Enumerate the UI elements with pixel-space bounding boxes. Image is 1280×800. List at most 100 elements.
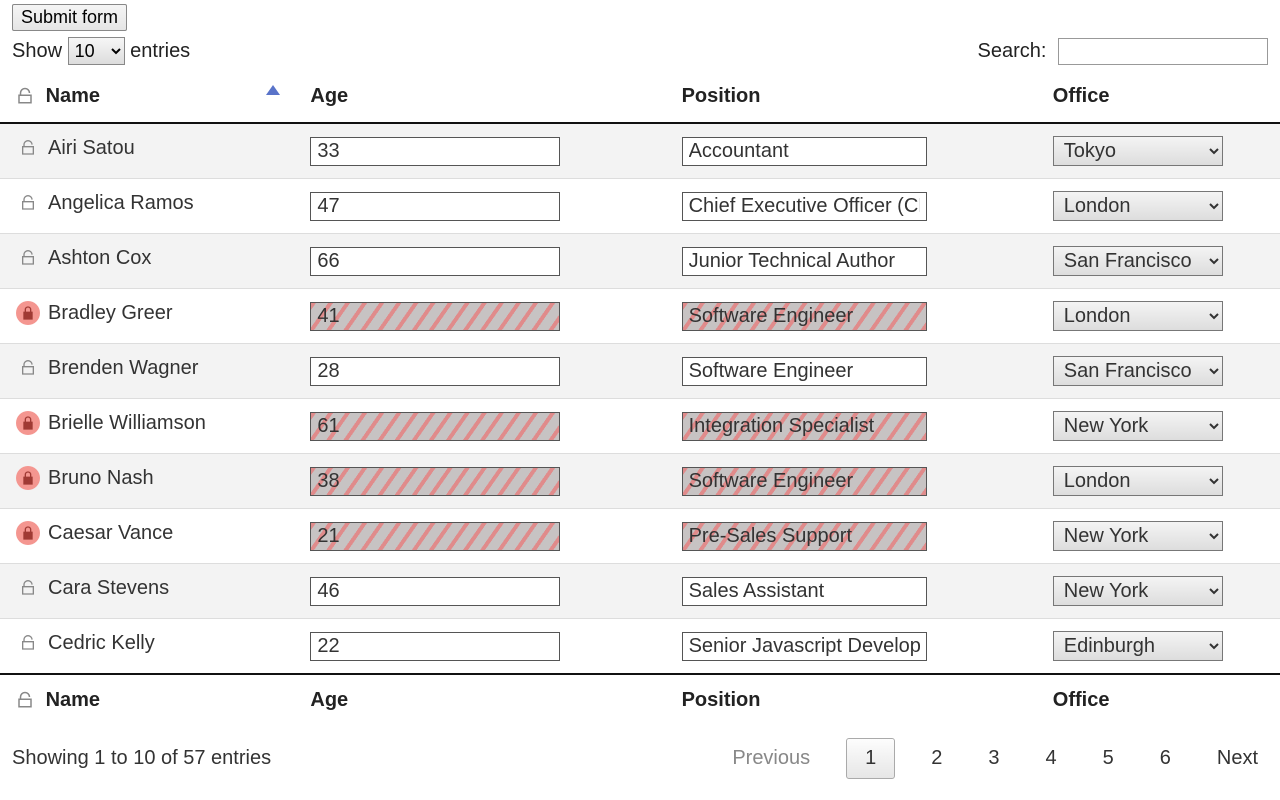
submit-form-button[interactable]: Submit form	[12, 4, 127, 31]
table-row: Brielle Williamson TokyoLondonSan Francis…	[0, 399, 1280, 454]
row-name: Bruno Nash	[48, 467, 154, 490]
pagination-page-2[interactable]: 2	[921, 741, 952, 776]
office-select[interactable]: TokyoLondonSan FranciscoNew YorkEdinburg…	[1053, 631, 1223, 661]
row-name: Airi Satou	[48, 137, 135, 160]
search-control: Search:	[978, 38, 1269, 65]
pagination-page-5[interactable]: 5	[1093, 741, 1124, 776]
column-header-office[interactable]: Office	[1037, 71, 1280, 123]
office-select[interactable]: TokyoLondonSan FranciscoNew YorkEdinburg…	[1053, 411, 1223, 441]
name-cell: Brielle Williamson	[0, 399, 294, 447]
row-name: Cara Stevens	[48, 577, 169, 600]
pagination: Previous123456Next	[722, 738, 1268, 779]
unlocked-icon[interactable]	[16, 576, 40, 600]
table-info: Showing 1 to 10 of 57 entries	[12, 747, 271, 770]
pagination-page-6[interactable]: 6	[1150, 741, 1181, 776]
position-input[interactable]	[682, 247, 927, 276]
position-input[interactable]	[682, 137, 927, 166]
age-input	[310, 302, 560, 331]
column-header-office-label: Office	[1053, 85, 1110, 107]
age-input[interactable]	[310, 247, 560, 276]
table-row: Bruno Nash TokyoLondonSan FranciscoNew Yo…	[0, 454, 1280, 509]
table-row: Caesar Vance TokyoLondonSan FranciscoNew …	[0, 509, 1280, 564]
row-name: Ashton Cox	[48, 247, 151, 270]
age-input[interactable]	[310, 577, 560, 606]
unlocked-icon[interactable]	[16, 631, 40, 655]
age-input[interactable]	[310, 632, 560, 661]
office-select[interactable]: TokyoLondonSan FranciscoNew YorkEdinburg…	[1053, 246, 1223, 276]
office-select[interactable]: TokyoLondonSan FranciscoNew YorkEdinburg…	[1053, 356, 1223, 386]
column-header-age-label: Age	[310, 85, 348, 107]
locked-icon[interactable]	[16, 301, 40, 325]
row-name: Angelica Ramos	[48, 192, 194, 215]
table-row: Airi Satou TokyoLondonSan FranciscoNew Yo…	[0, 123, 1280, 179]
age-input	[310, 412, 560, 441]
office-select[interactable]: TokyoLondonSan FranciscoNew YorkEdinburg…	[1053, 136, 1223, 166]
pagination-page-3[interactable]: 3	[978, 741, 1009, 776]
office-select[interactable]: TokyoLondonSan FranciscoNew YorkEdinburg…	[1053, 576, 1223, 606]
row-name: Brenden Wagner	[48, 357, 198, 380]
table-row: Ashton Cox TokyoLondonSan FranciscoNew Yo…	[0, 234, 1280, 289]
office-select[interactable]: TokyoLondonSan FranciscoNew YorkEdinburg…	[1053, 521, 1223, 551]
locked-icon[interactable]	[16, 411, 40, 435]
name-cell: Angelica Ramos	[0, 179, 294, 227]
age-input[interactable]	[310, 192, 560, 221]
table-row: Cedric Kelly TokyoLondonSan FranciscoNew …	[0, 619, 1280, 675]
position-input[interactable]	[682, 632, 927, 661]
name-cell: Cedric Kelly	[0, 619, 294, 667]
row-name: Cedric Kelly	[48, 632, 155, 655]
table-row: Brenden Wagner TokyoLondonSan FranciscoNe…	[0, 344, 1280, 399]
column-footer-name: Name	[0, 674, 294, 726]
column-header-name[interactable]: Name	[0, 71, 294, 123]
office-select[interactable]: TokyoLondonSan FranciscoNew YorkEdinburg…	[1053, 466, 1223, 496]
search-input[interactable]	[1058, 38, 1268, 65]
age-input	[310, 522, 560, 551]
table-row: Cara Stevens TokyoLondonSan FranciscoNew …	[0, 564, 1280, 619]
position-input[interactable]	[682, 357, 927, 386]
search-label: Search:	[978, 40, 1047, 62]
table-row: Bradley GreerTokyoLondonSan FranciscoNew…	[0, 289, 1280, 344]
column-footer-office: Office	[1037, 674, 1280, 726]
unlocked-icon[interactable]	[16, 136, 40, 160]
office-select[interactable]: TokyoLondonSan FranciscoNew YorkEdinburg…	[1053, 301, 1223, 331]
column-header-position-label: Position	[682, 85, 761, 107]
age-input[interactable]	[310, 357, 560, 386]
name-cell: Caesar Vance	[0, 509, 294, 557]
position-input	[682, 522, 927, 551]
position-input[interactable]	[682, 192, 927, 221]
position-input[interactable]	[682, 577, 927, 606]
unlocked-icon[interactable]	[16, 246, 40, 270]
name-cell: Bruno Nash	[0, 454, 294, 502]
locked-icon[interactable]	[16, 521, 40, 545]
column-footer-age: Age	[294, 674, 665, 726]
length-control: Show 102550100 entries	[12, 37, 190, 65]
unlocked-icon[interactable]	[16, 356, 40, 380]
row-name: Caesar Vance	[48, 522, 173, 545]
name-cell: Airi Satou	[0, 124, 294, 172]
position-input	[682, 467, 927, 496]
entries-per-page-select[interactable]: 102550100	[68, 37, 125, 65]
name-cell: Ashton Cox	[0, 234, 294, 282]
age-input[interactable]	[310, 137, 560, 166]
column-header-age[interactable]: Age	[294, 71, 665, 123]
position-input	[682, 412, 927, 441]
data-table: Name Age Position Office Airi Satou Tokyo…	[0, 71, 1280, 726]
office-select[interactable]: TokyoLondonSan FranciscoNew YorkEdinburg…	[1053, 191, 1223, 221]
sort-asc-icon	[266, 85, 280, 95]
pagination-page-1[interactable]: 1	[846, 738, 895, 779]
lock-icon	[16, 87, 36, 107]
pagination-next[interactable]: Next	[1207, 741, 1268, 776]
locked-icon[interactable]	[16, 466, 40, 490]
unlocked-icon[interactable]	[16, 191, 40, 215]
position-input	[682, 302, 927, 331]
length-suffix: entries	[130, 40, 190, 62]
pagination-page-4[interactable]: 4	[1036, 741, 1067, 776]
name-cell: Cara Stevens	[0, 564, 294, 612]
length-prefix: Show	[12, 40, 62, 62]
table-row: Angelica Ramos TokyoLondonSan FranciscoNe…	[0, 179, 1280, 234]
column-header-name-label: Name	[46, 85, 100, 107]
lock-icon	[16, 691, 36, 711]
column-footer-position: Position	[666, 674, 1037, 726]
column-header-position[interactable]: Position	[666, 71, 1037, 123]
name-cell: Brenden Wagner	[0, 344, 294, 392]
age-input	[310, 467, 560, 496]
